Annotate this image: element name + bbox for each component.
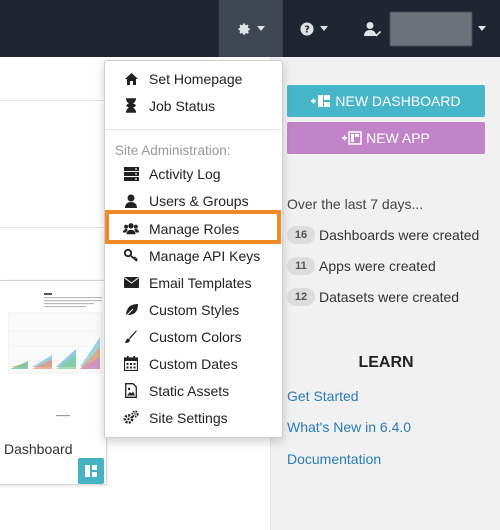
- server-icon: [123, 166, 139, 182]
- menu-item-label: Static Assets: [149, 382, 230, 399]
- top-navbar: ?: [0, 0, 500, 57]
- get-started-link[interactable]: Get Started: [287, 388, 359, 404]
- new-app-button[interactable]: NEW APP: [287, 122, 485, 154]
- menu-item-job-status[interactable]: Job Status: [105, 92, 282, 119]
- menu-item-site-settings[interactable]: Site Settings: [105, 404, 282, 431]
- settings-dropdown-menu: Set Homepage Job Status Site Administrat…: [104, 60, 283, 438]
- dashboard-icon: [78, 458, 104, 484]
- menu-item-label: Site Settings: [149, 409, 228, 426]
- chevron-down-icon: [320, 26, 328, 31]
- stat-label: Datasets were created: [319, 289, 460, 305]
- stat-row: 11 Apps were created: [287, 256, 436, 276]
- user-menu-button[interactable]: [350, 0, 500, 57]
- leaf-icon: [123, 302, 139, 318]
- menu-item-label: Users & Groups: [149, 192, 249, 209]
- chevron-down-icon: [478, 26, 486, 31]
- stat-row: 16 Dashboards were created: [287, 225, 479, 245]
- add-app-icon: [342, 131, 362, 145]
- question-circle-icon: ?: [300, 21, 314, 36]
- paintbrush-icon: [123, 329, 139, 345]
- stat-label: Dashboards were created: [319, 227, 480, 243]
- menu-item-label: Activity Log: [149, 165, 221, 182]
- stats-title: Over the last 7 days...: [287, 196, 424, 212]
- menu-divider: [105, 129, 282, 130]
- calendar-icon: [123, 356, 139, 372]
- help-menu-button[interactable]: ?: [286, 0, 342, 57]
- menu-item-activity-log[interactable]: Activity Log: [105, 160, 282, 187]
- add-dashboard-icon: [311, 95, 331, 107]
- menu-item-set-homepage[interactable]: Set Homepage: [105, 65, 282, 92]
- stat-count-badge: 11: [287, 257, 315, 275]
- dashboard-card[interactable]: Dashboard: [0, 280, 107, 485]
- user-icon: [123, 193, 139, 209]
- dashboard-thumbnail: [8, 291, 104, 431]
- hourglass-icon: [123, 98, 139, 114]
- stat-count-badge: 16: [287, 226, 315, 244]
- stat-count-badge: 12: [287, 288, 315, 306]
- menu-item-label: Manage API Keys: [149, 247, 261, 264]
- menu-item-email-templates[interactable]: Email Templates: [105, 269, 282, 296]
- whats-new-link[interactable]: What's New in 6.4.0: [287, 419, 411, 435]
- svg-text:?: ?: [304, 24, 310, 35]
- menu-item-static-assets[interactable]: Static Assets: [105, 377, 282, 404]
- learn-heading: LEARN: [358, 354, 414, 371]
- user-check-icon: [364, 21, 382, 37]
- menu-item-manage-api-keys[interactable]: Manage API Keys: [105, 242, 282, 269]
- home-icon: [123, 71, 139, 87]
- settings-menu-button[interactable]: [219, 0, 283, 57]
- menu-item-label: Set Homepage: [149, 70, 243, 87]
- dashboard-card-title[interactable]: Dashboard: [4, 441, 73, 457]
- menu-item-label: Email Templates: [149, 274, 252, 291]
- menu-item-label: Custom Styles: [149, 301, 240, 318]
- highlight-box: [105, 210, 281, 244]
- chevron-down-icon: [257, 26, 265, 31]
- cogs-icon: [123, 410, 139, 426]
- menu-item-label: Job Status: [149, 97, 216, 114]
- envelope-icon: [123, 275, 139, 291]
- documentation-link[interactable]: Documentation: [287, 451, 381, 467]
- new-app-label: NEW APP: [366, 130, 430, 146]
- menu-item-custom-dates[interactable]: Custom Dates: [105, 350, 282, 377]
- menu-item-custom-styles[interactable]: Custom Styles: [105, 296, 282, 323]
- new-dashboard-button[interactable]: NEW DASHBOARD: [287, 85, 485, 117]
- key-icon: [123, 248, 139, 264]
- new-dashboard-label: NEW DASHBOARD: [335, 93, 461, 109]
- image-file-icon: [123, 383, 139, 399]
- user-name-redacted: [390, 11, 472, 46]
- menu-item-label: Custom Colors: [149, 328, 242, 345]
- menu-section-header: Site Administration:: [115, 143, 231, 158]
- stat-label: Apps were created: [319, 258, 436, 274]
- menu-item-custom-colors[interactable]: Custom Colors: [105, 323, 282, 350]
- gear-icon: [238, 22, 250, 35]
- menu-item-label: Custom Dates: [149, 355, 238, 372]
- stat-row: 12 Datasets were created: [287, 287, 459, 307]
